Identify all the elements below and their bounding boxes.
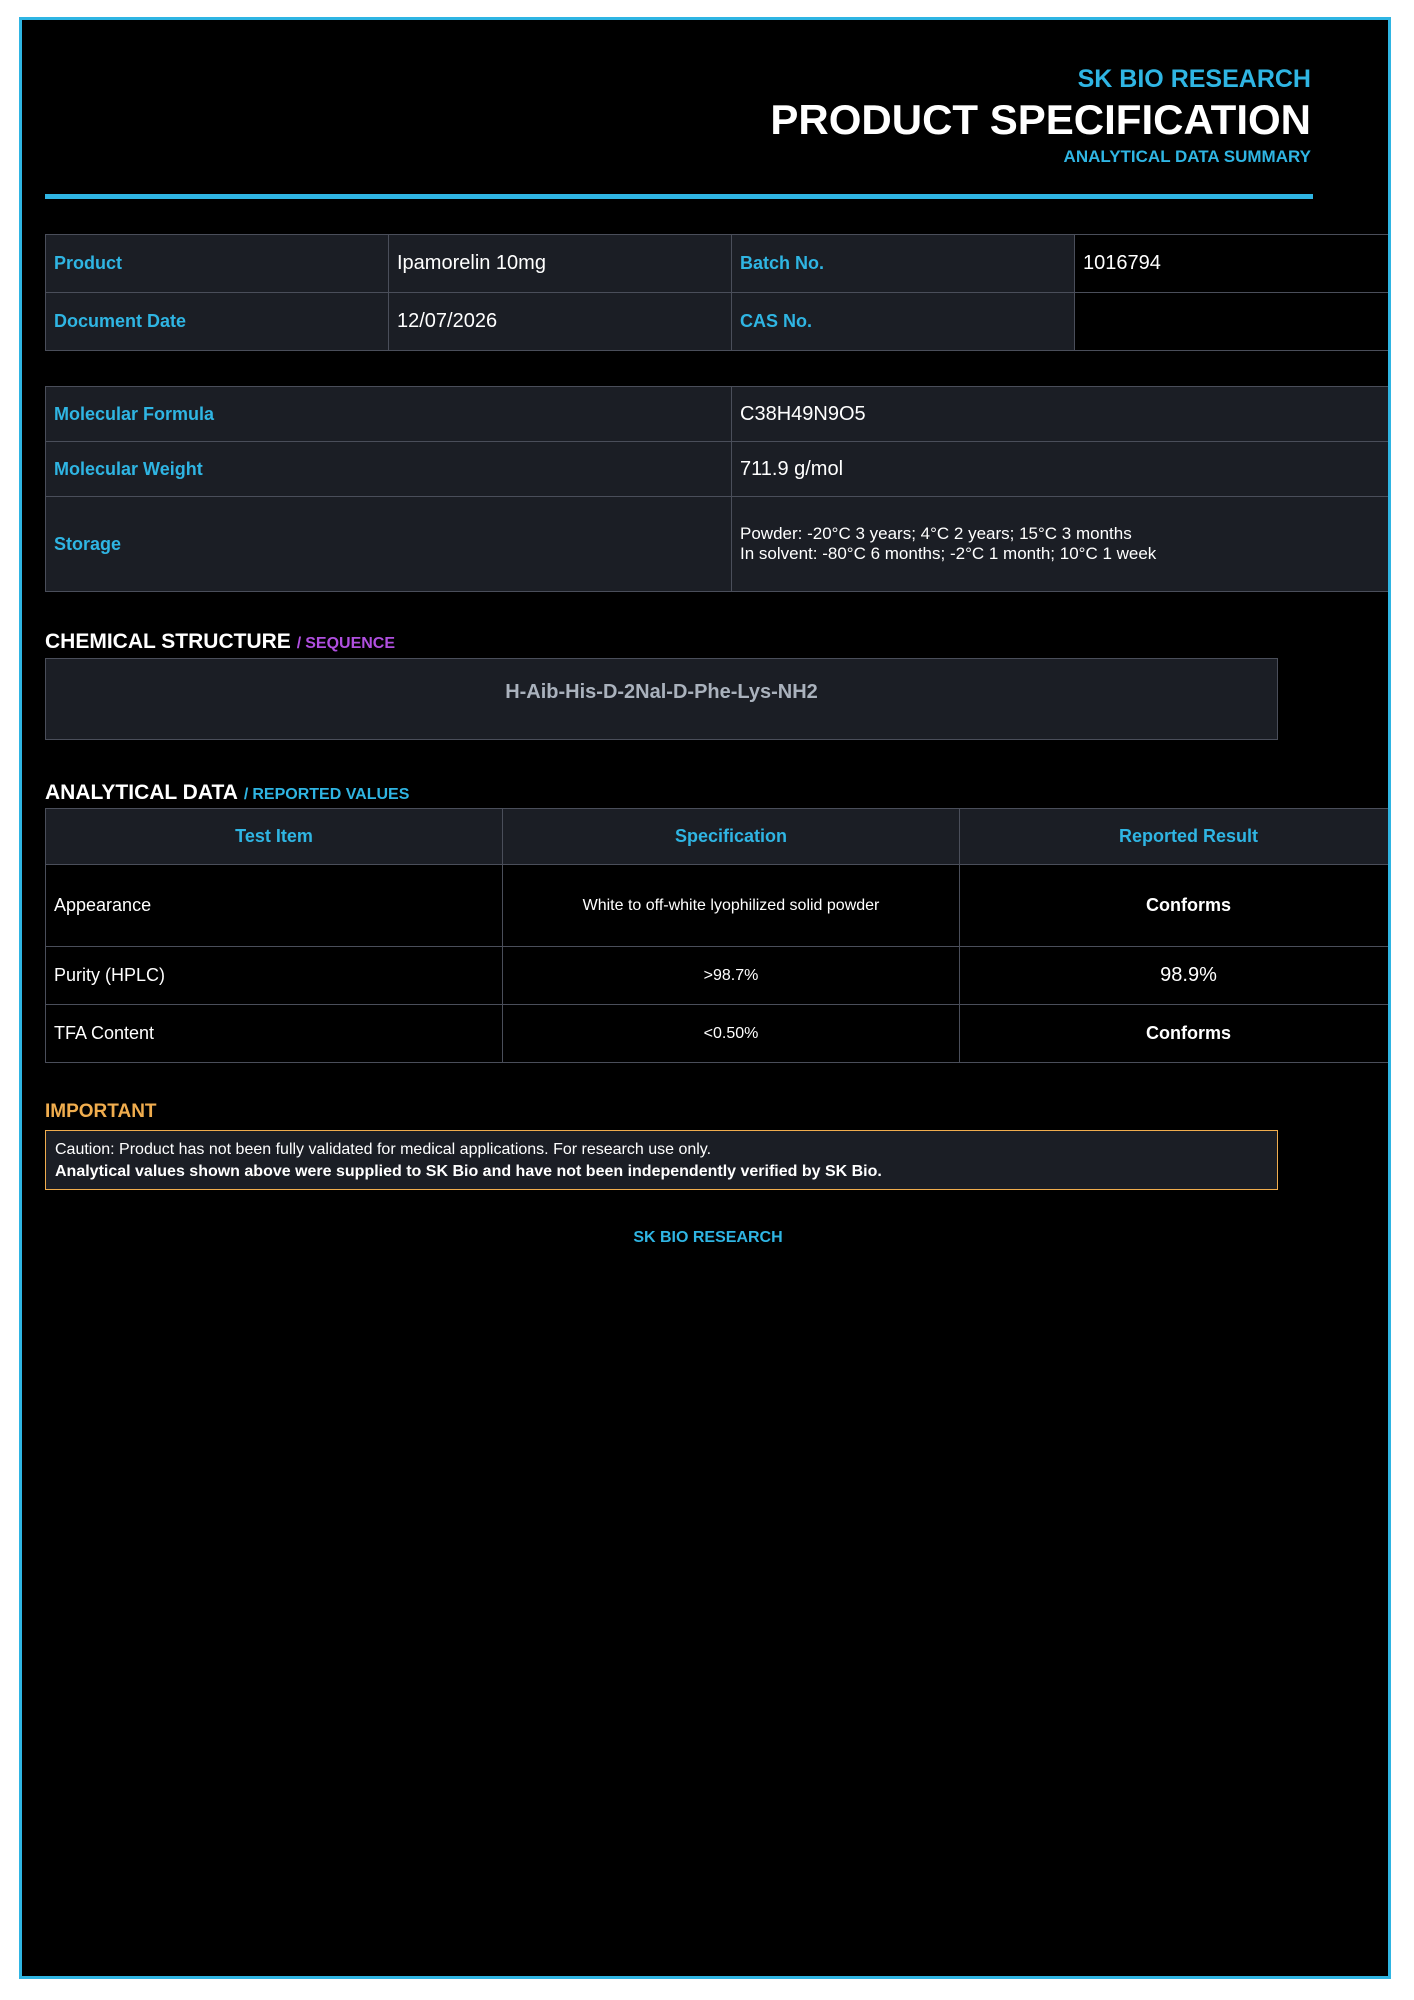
- analytical-data-title: ANALYTICAL DATA: [45, 781, 238, 804]
- molecular-formula-label: Molecular Formula: [45, 386, 732, 442]
- molecular-weight-label: Molecular Weight: [45, 441, 732, 497]
- product-info-table: Product Ipamorelin 10mg Batch No. 101679…: [45, 234, 1388, 351]
- specification-cell: <0.50%: [502, 1004, 960, 1063]
- storage-solvent: In solvent: -80°C 6 months; -2°C 1 month…: [740, 544, 1157, 563]
- verification-disclaimer: Analytical values shown above were suppl…: [55, 1163, 882, 1180]
- test-item-cell: TFA Content: [45, 1004, 503, 1063]
- result-cell: Conforms: [959, 864, 1388, 947]
- test-item-cell: Purity (HPLC): [45, 946, 503, 1005]
- caution-text: Caution: Product has not been fully vali…: [55, 1141, 712, 1158]
- chemical-structure-title: CHEMICAL STRUCTURE: [45, 630, 291, 653]
- important-heading: IMPORTANT: [45, 1101, 157, 1122]
- storage-value: Powder: -20°C 3 years; 4°C 2 years; 15°C…: [731, 496, 1388, 592]
- document-date-value: 12/07/2026: [388, 292, 732, 351]
- spec-sheet-page: SK BIO RESEARCH PRODUCT SPECIFICATION AN…: [19, 17, 1391, 1979]
- reported-values-subtitle: REPORTED VALUES: [252, 786, 410, 803]
- molecular-formula-value: C38H49N9O5: [731, 386, 1388, 442]
- document-date-label: Document Date: [45, 292, 389, 351]
- storage-powder: Powder: -20°C 3 years; 4°C 2 years; 15°C…: [740, 524, 1132, 543]
- table-row: Purity (HPLC) >98.7% 98.9%: [45, 946, 1388, 1005]
- cas-value: [1074, 292, 1388, 351]
- properties-table: Molecular Formula C38H49N9O5 Molecular W…: [45, 386, 1388, 592]
- product-value: Ipamorelin 10mg: [388, 234, 732, 293]
- test-item-cell: Appearance: [45, 864, 503, 947]
- column-header-reported-result: Reported Result: [959, 808, 1388, 865]
- table-row: TFA Content <0.50% Conforms: [45, 1004, 1388, 1063]
- column-header-specification: Specification: [502, 808, 960, 865]
- result-cell: Conforms: [959, 1004, 1388, 1063]
- storage-label: Storage: [45, 496, 732, 592]
- batch-value: 1016794: [1074, 234, 1388, 293]
- column-header-test-item: Test Item: [45, 808, 503, 865]
- peptide-sequence: H-Aib-His-D-2Nal-D-Phe-Lys-NH2: [505, 680, 818, 703]
- page-subtitle: ANALYTICAL DATA SUMMARY: [1063, 147, 1311, 166]
- chemical-structure-heading: CHEMICAL STRUCTURE / SEQUENCE: [45, 630, 395, 654]
- table-row: Appearance White to off-white lyophilize…: [45, 864, 1388, 947]
- cas-label: CAS No.: [731, 292, 1075, 351]
- heading-separator: /: [243, 786, 249, 803]
- specification-cell: >98.7%: [502, 946, 960, 1005]
- page-title: PRODUCT SPECIFICATION: [770, 96, 1311, 143]
- analytical-data-heading: ANALYTICAL DATA / REPORTED VALUES: [45, 781, 409, 805]
- footer-brand: SK BIO RESEARCH: [633, 1229, 783, 1246]
- specification-cell: White to off-white lyophilized solid pow…: [502, 864, 960, 947]
- header-divider: [45, 194, 1313, 199]
- batch-label: Batch No.: [731, 234, 1075, 293]
- heading-separator: /: [296, 635, 302, 652]
- result-cell: 98.9%: [959, 946, 1388, 1005]
- molecular-weight-value: 711.9 g/mol: [731, 441, 1388, 497]
- sequence-subtitle: SEQUENCE: [305, 635, 396, 652]
- important-notice-box: Caution: Product has not been fully vali…: [45, 1130, 1278, 1190]
- product-label: Product: [45, 234, 389, 293]
- sequence-box: H-Aib-His-D-2Nal-D-Phe-Lys-NH2: [45, 658, 1278, 740]
- brand-name: SK BIO RESEARCH: [1077, 65, 1311, 93]
- analytical-data-table: Test Item Specification Reported Result …: [45, 808, 1388, 1063]
